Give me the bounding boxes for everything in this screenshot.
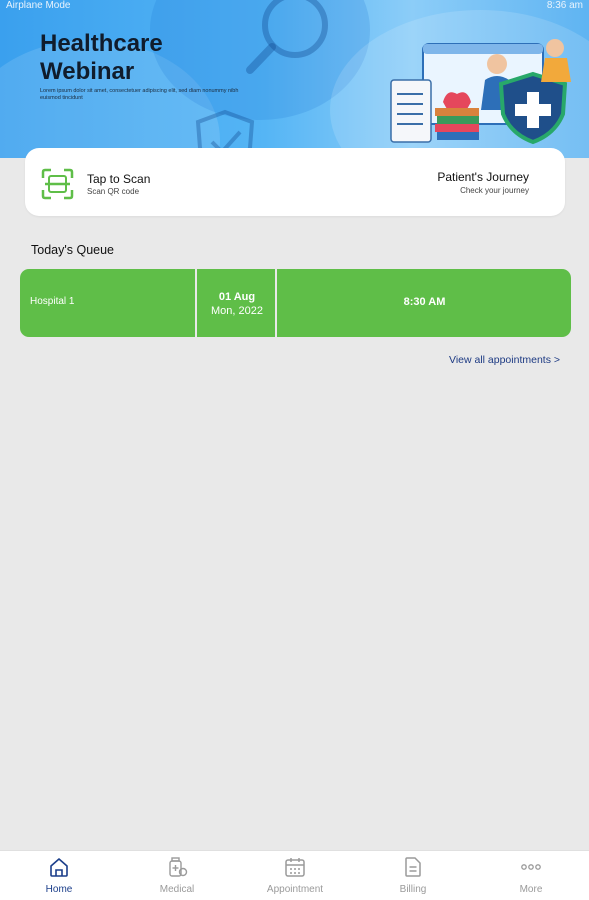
scan-title: Tap to Scan [87,172,151,186]
nav-item-medical[interactable]: Medical [118,851,236,900]
queue-date: 01 Aug Mon, 2022 [198,269,276,337]
scan-subtitle: Scan QR code [87,187,140,196]
nav-label-medical: Medical [159,884,195,895]
journey-title: Patient's Journey [437,170,529,184]
banner-subtitle: Lorem ipsum dolor sit amet, consectetuer… [40,88,239,101]
more-icon [521,864,541,870]
medical-icon [169,857,188,877]
nav-item-appointment[interactable]: Appointment [236,851,354,900]
queue-item[interactable]: Hospital 1 01 Aug Mon, 2022 8:30 AM [20,269,571,337]
calendar-icon [285,858,305,877]
bottom-navigation: Home Medical Appointment Billing More [0,850,589,900]
status-airplane-mode: Airplane Mode [6,0,71,11]
tap-to-scan-button[interactable]: Tap to Scan Scan QR code [41,168,241,200]
queue-date-day: 01 Aug [218,291,256,303]
queue-divider [195,269,197,337]
billing-icon [405,857,421,877]
nav-item-home[interactable]: Home [0,851,118,900]
qr-scan-icon [41,168,74,200]
nav-label-home: Home [45,884,73,895]
hero-banner[interactable]: Airplane Mode 8:36 am Healthcare Webinar… [0,0,589,158]
queue-time: 8:30 AM [403,296,446,308]
queue-date-year: Mon, 2022 [211,305,263,317]
nav-label-more: More [519,884,543,895]
journey-subtitle: Check your journey [460,186,529,195]
queue-hospital: Hospital 1 [30,296,75,307]
queue-divider [275,269,277,337]
magnifier-illustration [246,0,328,74]
healthcare-illustration [390,39,571,145]
quick-actions-card: Tap to Scan Scan QR code Patient's Journ… [25,148,565,216]
view-all-appointments-link[interactable]: View all appointments > [449,354,560,366]
status-clock: 8:36 am [546,0,583,11]
queue-section-title: Today's Queue [31,243,114,257]
nav-item-more[interactable]: More [472,851,589,900]
nav-item-billing[interactable]: Billing [354,851,472,900]
patients-journey-button[interactable]: Patient's Journey Check your journey [369,170,529,200]
nav-label-billing: Billing [399,884,427,895]
banner-title: Healthcare Webinar [40,30,163,85]
home-icon [50,858,68,877]
nav-label-appointment: Appointment [266,884,324,895]
